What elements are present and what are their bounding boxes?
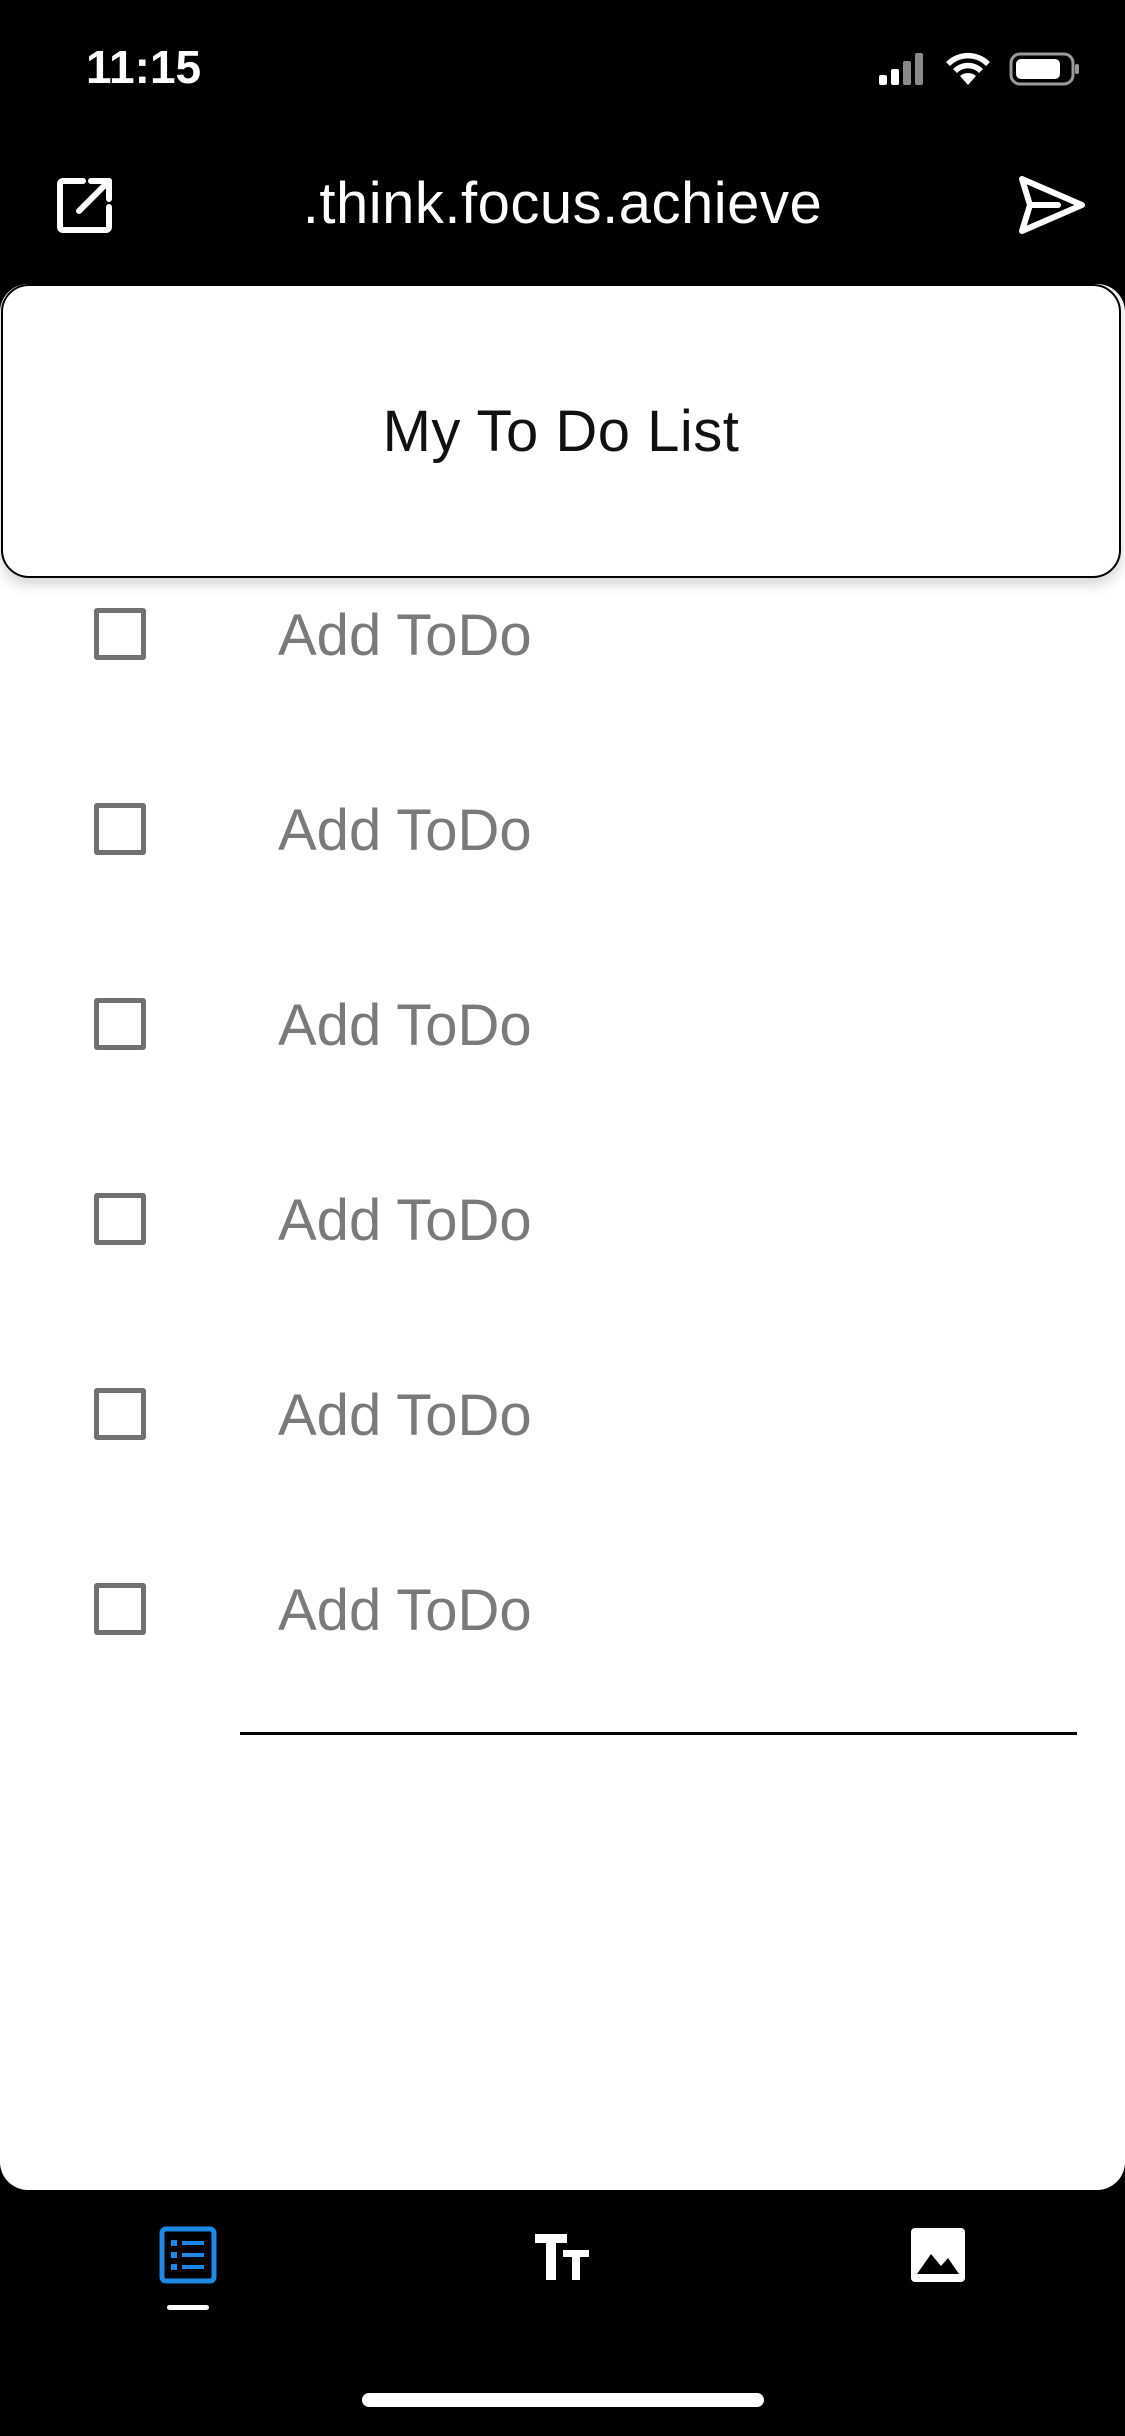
send-icon bbox=[1018, 175, 1086, 240]
app-title: .think.focus.achieve bbox=[302, 171, 823, 236]
battery-icon bbox=[1009, 51, 1081, 92]
checklist-icon bbox=[159, 2226, 217, 2289]
active-tab-indicator bbox=[167, 2305, 209, 2310]
tab-image[interactable] bbox=[878, 2226, 998, 2346]
todo-input[interactable] bbox=[278, 992, 1068, 1058]
todo-item bbox=[0, 779, 1125, 879]
todo-input[interactable] bbox=[278, 1577, 1068, 1643]
todo-input[interactable] bbox=[278, 797, 1068, 863]
home-indicator[interactable] bbox=[362, 2393, 764, 2407]
text-format-icon bbox=[531, 2226, 593, 2289]
todo-checkbox[interactable] bbox=[94, 998, 146, 1050]
status-icons bbox=[877, 48, 1081, 94]
todo-checkbox[interactable] bbox=[94, 803, 146, 855]
send-button[interactable] bbox=[1015, 172, 1089, 242]
status-time: 11:15 bbox=[86, 41, 202, 93]
input-underline bbox=[240, 1732, 1077, 1735]
top-bar: .think.focus.achieve bbox=[0, 150, 1125, 270]
cellular-signal-icon bbox=[877, 51, 927, 92]
wifi-icon bbox=[945, 51, 991, 92]
tab-text-format[interactable] bbox=[502, 2226, 622, 2346]
tab-checklist[interactable] bbox=[128, 2226, 248, 2346]
todo-item bbox=[0, 974, 1125, 1074]
todo-checkbox[interactable] bbox=[94, 1193, 146, 1245]
todo-input[interactable] bbox=[278, 1187, 1068, 1253]
todo-item bbox=[0, 1364, 1125, 1464]
todo-checkbox[interactable] bbox=[94, 1388, 146, 1440]
image-icon bbox=[909, 2226, 967, 2289]
list-title-box[interactable]: My To Do List bbox=[1, 284, 1121, 578]
list-title: My To Do List bbox=[382, 398, 740, 464]
todo-item bbox=[0, 1169, 1125, 1269]
status-bar: 11:15 bbox=[0, 0, 1125, 140]
todo-input[interactable] bbox=[278, 1382, 1068, 1448]
todo-item bbox=[0, 584, 1125, 684]
todo-item bbox=[0, 1559, 1125, 1659]
todo-checkbox[interactable] bbox=[94, 1583, 146, 1635]
todo-card: My To Do List bbox=[0, 284, 1125, 2190]
todo-checkbox[interactable] bbox=[94, 608, 146, 660]
todo-input[interactable] bbox=[278, 602, 1068, 668]
bottom-tab-bar bbox=[0, 2190, 1125, 2370]
